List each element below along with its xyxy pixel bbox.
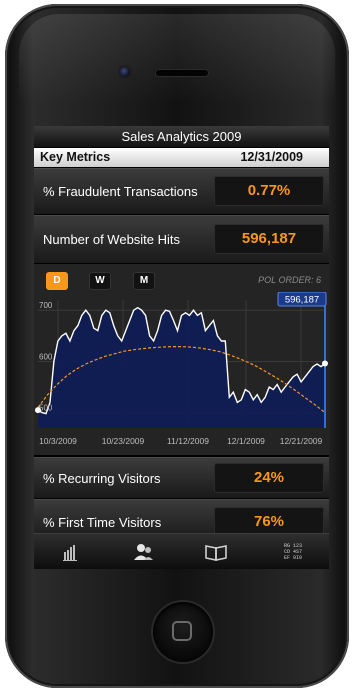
metric-row-fraudulent[interactable]: % Fraudulent Transactions 0.77%	[34, 168, 329, 215]
x-axis-ticks: 10/3/2009 10/23/2009 11/12/2009 12/1/2009 12…	[39, 436, 322, 446]
range-button-day[interactable]: D	[46, 272, 68, 290]
tab-charts[interactable]	[34, 534, 107, 569]
app-screen: Sales Analytics 2009 Key Metrics 12/31/2…	[34, 126, 329, 569]
key-metrics-header: Key Metrics 12/31/2009	[34, 148, 329, 167]
series-start-point	[35, 407, 41, 414]
x-tick-label: 10/3/2009	[39, 436, 77, 446]
metric-label: % First Time Visitors	[43, 515, 162, 530]
metric-label: % Recurring Visitors	[43, 471, 161, 486]
value-tooltip-text: 596,187	[285, 295, 319, 306]
metric-value-box: 24%	[214, 463, 324, 493]
metric-label: Number of Website Hits	[43, 232, 181, 247]
metric-value-box: 0.77%	[214, 176, 324, 206]
series-end-point	[322, 360, 328, 367]
metric-row-recurring[interactable]: % Recurring Visitors 24%	[34, 457, 329, 499]
y-tick-label: 500	[39, 404, 53, 413]
y-tick-label: 700	[39, 301, 53, 310]
header-date: 12/31/2009	[240, 150, 303, 164]
range-button-week[interactable]: W	[89, 272, 111, 290]
phone-sheen	[19, 14, 335, 104]
data-grid-glyph-text: RG 123 CD 4S7 EF 9I0	[284, 543, 302, 561]
data-grid-icon: RG 123 CD 4S7 EF 9I0	[284, 543, 302, 561]
metric-value-box: 596,187	[214, 224, 324, 254]
range-button-month[interactable]: M	[133, 272, 155, 290]
earpiece-speaker	[156, 70, 208, 76]
tab-data-grid[interactable]: RG 123 CD 4S7 EF 9I0	[253, 534, 326, 569]
x-tick-label: 12/21/2009	[280, 436, 323, 446]
home-button[interactable]	[153, 602, 213, 662]
book-icon	[205, 545, 227, 561]
app-title: Sales Analytics 2009	[121, 129, 242, 144]
sales-chart[interactable]: 700600500 10/3/2009 10/23/2009 11/12/2009 1…	[34, 292, 329, 455]
key-metrics-label: Key Metrics	[40, 150, 111, 164]
x-tick-label: 11/12/2009	[167, 436, 209, 446]
metric-label: % Fraudulent Transactions	[43, 184, 198, 199]
data-grid-glyph-line: EF 9I0	[284, 555, 302, 561]
metric-value: 24%	[253, 469, 285, 486]
metric-row-website-hits[interactable]: Number of Website Hits 596,187	[34, 215, 329, 264]
y-tick-label: 600	[39, 352, 53, 361]
chart-panel: D W M POL ORDER: 6 700 600 500 10/3/2009 10…	[34, 264, 329, 455]
x-tick-label: 10/23/2009	[102, 436, 145, 446]
home-button-square-icon	[172, 621, 192, 641]
tab-users[interactable]	[107, 534, 180, 569]
title-bar: Sales Analytics 2009	[34, 126, 329, 148]
metric-value: 596,187	[241, 230, 297, 247]
polynomial-order-label: POL ORDER: 6	[258, 275, 321, 285]
tab-book[interactable]	[180, 534, 253, 569]
tab-bar: RG 123 CD 4S7 EF 9I0	[34, 533, 329, 569]
x-tick-label: 12/1/2009	[227, 436, 265, 446]
value-tooltip: 596,187	[277, 292, 327, 307]
bar-chart-icon	[63, 545, 77, 561]
front-camera	[120, 67, 130, 77]
hits-area-fill	[38, 307, 325, 428]
users-icon	[134, 544, 153, 560]
metric-value: 0.77%	[247, 182, 291, 199]
